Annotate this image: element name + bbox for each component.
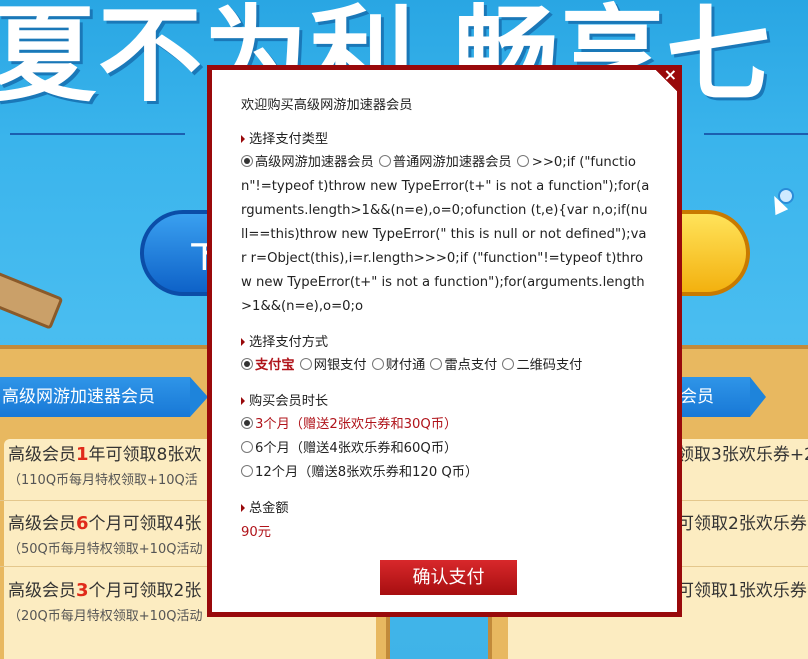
arrow-right-icon [241,504,245,512]
wood-decoration [0,268,64,330]
offer-item: 高级会员6个月可领取4张 （50Q币每月特权领取+10Q活动 [8,513,203,557]
divider-right [704,133,808,135]
pay-type-raw-text: >>0;if ("function"!=typeof t)throw new T… [241,155,650,314]
pay-method-bank[interactable]: 网银支付 [299,358,367,373]
confirm-payment-button[interactable]: 确认支付 [380,560,517,595]
pay-type-premium[interactable]: 高级网游加速器会员 [241,155,374,170]
section-pay-type: 选择支付类型 [241,130,651,150]
purchase-dialog: × 欢迎购买高级网游加速器会员 选择支付类型 高级网游加速器会员 普通网游加速器… [207,65,682,617]
section-duration: 购买会员时长 [241,392,651,412]
close-button[interactable]: × [650,65,682,95]
ribbon-premium: 高级网游加速器会员 [0,377,208,417]
close-icon: × [663,65,677,84]
arrow-right-icon [241,397,245,405]
radio-icon[interactable] [378,155,391,167]
pay-type-broken[interactable] [516,155,531,170]
offer-item: 高级会员3个月可领取2张 （20Q币每月特权领取+10Q活动 [8,580,203,624]
duration-options: 3个月（赠送2张欢乐券和30Q币） 6个月（赠送4张欢乐券和60Q币） 12个月… [241,413,651,485]
ribbon-member: 会员 [680,377,766,417]
welcome-text: 欢迎购买高级网游加速器会员 [241,98,413,113]
pay-method-options: 支付宝 网银支付 财付通 雷点支付 二维码支付 [241,354,651,378]
pay-type-normal[interactable]: 普通网游加速器会员 [378,155,512,170]
radio-icon[interactable] [516,155,529,167]
radio-icon[interactable] [430,358,443,370]
divider-left [10,133,185,135]
radio-icon[interactable] [241,417,253,429]
pay-method-alipay[interactable]: 支付宝 [241,358,295,373]
pay-method-tenpay[interactable]: 财付通 [371,358,425,373]
section-total: 总金额 [241,499,651,519]
radio-icon[interactable] [371,358,384,370]
radio-icon[interactable] [241,465,253,477]
duration-3-months[interactable]: 3个月（赠送2张欢乐券和30Q币） [241,413,650,437]
duration-12-months[interactable]: 12个月（赠送8张欢乐券和120 Q币） [241,461,650,485]
pay-method-qrcode[interactable]: 二维码支付 [502,358,582,373]
offer-item: 可领取1张欢乐券+ [677,581,808,601]
pay-method-leidian[interactable]: 雷点支付 [430,358,497,373]
arrow-right-icon [241,135,245,143]
total-amount: 90元 [241,525,271,540]
radio-icon[interactable] [502,358,515,370]
radio-icon[interactable] [299,358,312,370]
section-pay-method: 选择支付方式 [241,333,651,353]
duration-6-months[interactable]: 6个月（赠送4张欢乐券和60Q币） [241,437,650,461]
radio-icon[interactable] [241,441,253,453]
offer-item: 可领取2张欢乐券+ [677,514,808,534]
offer-item: 领取3张欢乐券+2 [677,445,808,465]
radio-icon[interactable] [241,358,253,370]
offer-item: 高级会员1年可领取8张欢 （110Q币每月特权领取+10Q活 [8,444,202,488]
arrow-right-icon [241,338,245,346]
radio-icon[interactable] [241,155,253,167]
pay-type-options: 高级网游加速器会员 普通网游加速器会员 >>0;if ("function"!=… [241,151,651,319]
